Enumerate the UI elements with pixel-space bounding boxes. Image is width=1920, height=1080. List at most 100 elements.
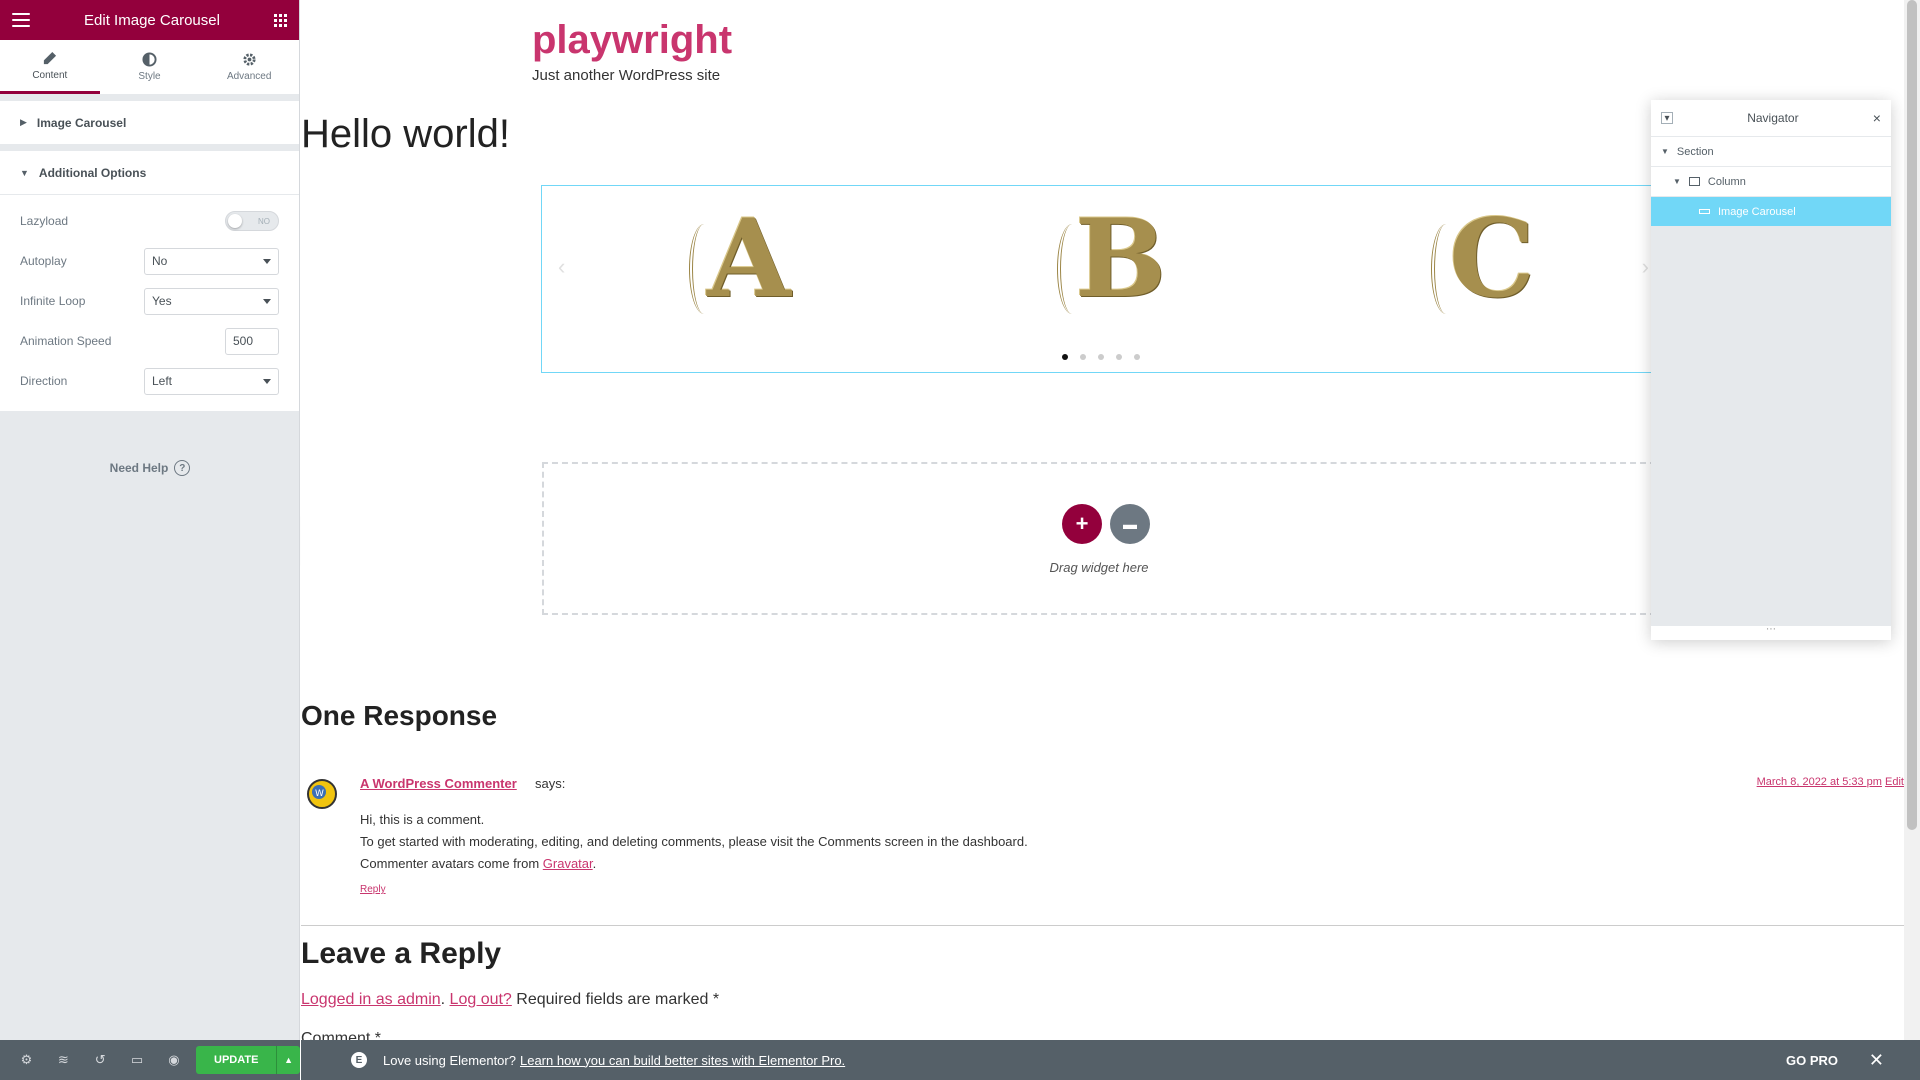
control-direction: Direction Left — [20, 361, 279, 401]
section-image-carousel[interactable]: ▶ Image Carousel — [0, 101, 299, 145]
logged-in-link[interactable]: Logged in as admin — [301, 991, 441, 1008]
navigator-header: ▾ Navigator × — [1651, 100, 1891, 136]
direction-value: Left — [152, 374, 173, 388]
carousel-pagination — [1062, 354, 1140, 360]
section-additional-options[interactable]: ▼ Additional Options — [0, 151, 299, 195]
close-icon[interactable]: × — [1873, 110, 1881, 126]
need-help-label: Need Help — [109, 461, 169, 475]
update-button[interactable]: UPDATE — [196, 1046, 277, 1074]
comment-date-link[interactable]: March 8, 2022 at 5:33 pm — [1757, 776, 1882, 788]
logout-link[interactable]: Log out? — [450, 991, 512, 1008]
layers-icon[interactable]: ≋ — [45, 1040, 82, 1080]
page-scrollbar[interactable] — [1904, 0, 1920, 1040]
tab-advanced-label: Advanced — [226, 71, 272, 82]
navigator-item-label: Section — [1676, 145, 1714, 158]
comment-says: says: — [535, 776, 566, 791]
carousel-prev-arrow-icon[interactable]: ‹ — [558, 254, 565, 280]
panel-title: Edit Image Carousel — [84, 11, 220, 29]
leave-reply-heading: Leave a Reply — [301, 937, 502, 970]
animation-speed-label: Animation Speed — [20, 334, 112, 348]
svg-text:W: W — [315, 789, 324, 799]
navigator-item-section[interactable]: ▼ Section — [1651, 136, 1891, 166]
need-help-link[interactable]: Need Help ? — [0, 460, 300, 476]
carousel-dot[interactable] — [1116, 354, 1122, 360]
comment-edit-link[interactable]: Edit — [1885, 776, 1904, 788]
comment-author-link[interactable]: A WordPress Commenter — [360, 776, 517, 791]
tab-content[interactable]: Content — [0, 40, 100, 94]
drag-widget-hint: Drag widget here — [1049, 560, 1149, 575]
control-animation-speed: Animation Speed 500 — [20, 321, 279, 361]
carousel-slide-c[interactable]: C — [1429, 196, 1539, 322]
carousel-dot[interactable] — [1134, 354, 1140, 360]
elementor-panel: Edit Image Carousel Content Style Advanc… — [0, 0, 301, 1080]
animation-speed-input[interactable]: 500 — [225, 327, 279, 355]
ornamental-letter: B — [1075, 196, 1167, 322]
carousel-dot[interactable] — [1062, 354, 1068, 360]
empty-section-drop-zone[interactable]: + ▬ Drag widget here — [542, 462, 1656, 615]
site-preview: playwright Just another WordPress site H… — [301, 0, 1904, 1040]
direction-select[interactable]: Left — [144, 367, 279, 395]
pencil-icon — [44, 51, 57, 64]
panel-footer: ⚙ ≋ ↺ ▭ ◉ UPDATE ▲ — [0, 1040, 301, 1080]
carousel-next-arrow-icon[interactable]: › — [1642, 254, 1649, 280]
carousel-slide-a[interactable]: A — [687, 196, 797, 322]
infinite-loop-select[interactable]: Yes — [144, 287, 279, 315]
elementor-logo-icon: E — [351, 1052, 367, 1068]
autoplay-value: No — [152, 254, 168, 268]
ornamental-letter: C — [1449, 196, 1535, 322]
settings-icon[interactable]: ⚙ — [8, 1040, 45, 1080]
promo-bar: E Love using Elementor? Learn how you ca… — [301, 1040, 1920, 1080]
lazyload-toggle[interactable]: NO — [225, 211, 279, 231]
tab-style-label: Style — [138, 71, 161, 82]
image-carousel-widget[interactable]: ‹ A B C › — [541, 185, 1656, 373]
chevron-down-icon — [263, 258, 271, 264]
site-description: Just another WordPress site — [532, 67, 721, 84]
navigator-item-column[interactable]: ▼ Column — [1651, 166, 1891, 196]
gravatar-link[interactable]: Gravatar — [543, 856, 593, 871]
divider — [301, 925, 1904, 926]
update-options-caret-icon[interactable]: ▲ — [276, 1046, 301, 1074]
carousel-dot[interactable] — [1080, 354, 1086, 360]
preview-eye-icon[interactable]: ◉ — [156, 1040, 193, 1080]
widgets-grid-icon[interactable] — [274, 13, 287, 27]
responsive-icon[interactable]: ▭ — [119, 1040, 156, 1080]
lazyload-label: Lazyload — [20, 214, 69, 228]
autoplay-select[interactable]: No — [144, 247, 279, 275]
tab-style[interactable]: Style — [100, 40, 200, 94]
promo-link[interactable]: Learn how you can build better sites wit… — [520, 1053, 845, 1068]
navigator-item-label: Column — [1707, 175, 1746, 188]
direction-label: Direction — [20, 374, 68, 388]
separator: . — [440, 991, 450, 1008]
control-lazyload: Lazyload NO — [20, 201, 279, 241]
go-pro-button[interactable]: GO PRO — [1786, 1053, 1838, 1068]
autoplay-label: Autoplay — [20, 254, 67, 268]
collapse-all-icon[interactable]: ▾ — [1661, 112, 1673, 124]
navigator-item-image-carousel[interactable]: Image Carousel — [1651, 196, 1891, 226]
comment-period: . — [592, 856, 597, 871]
tab-advanced[interactable]: Advanced — [199, 40, 299, 94]
carousel-slide-b[interactable]: B — [1055, 196, 1166, 322]
site-title[interactable]: playwright — [532, 18, 732, 63]
help-icon: ? — [174, 460, 191, 476]
carousel-dot[interactable] — [1098, 354, 1104, 360]
close-icon[interactable]: ✕ — [1869, 1050, 1884, 1071]
menu-icon[interactable] — [12, 13, 30, 27]
panel-tabs: Content Style Advanced — [0, 40, 299, 95]
history-icon[interactable]: ↺ — [82, 1040, 119, 1080]
chevron-down-icon — [263, 378, 271, 384]
lazyload-value: NO — [258, 216, 270, 226]
add-section-button[interactable]: + — [1062, 504, 1102, 544]
infinite-loop-value: Yes — [152, 294, 172, 308]
control-infinite-loop: Infinite Loop Yes — [20, 281, 279, 321]
reply-link[interactable]: Reply — [360, 884, 386, 895]
toggle-knob — [228, 214, 242, 228]
comments-heading: One Response — [301, 700, 498, 731]
infinite-loop-label: Infinite Loop — [20, 294, 86, 308]
half-circle-icon — [142, 52, 157, 67]
navigator-resize-handle[interactable]: ⋯ — [1651, 625, 1891, 640]
folder-icon[interactable]: ▬ — [1110, 504, 1150, 544]
scrollbar-thumb[interactable] — [1907, 0, 1917, 830]
required-note: Required fields are marked * — [511, 991, 720, 1008]
comment-text: Commenter avatars come from — [360, 856, 543, 871]
comment-line: Hi, this is a comment. — [360, 812, 485, 827]
